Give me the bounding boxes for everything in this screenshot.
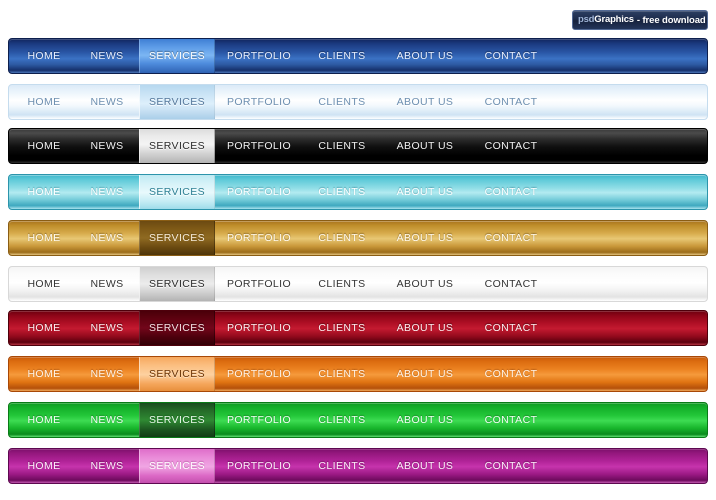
- badge-free-download-text: - free download: [636, 14, 706, 26]
- navitem-news-white[interactable]: NEWS: [75, 267, 139, 301]
- navitem-portfolio-gold[interactable]: PORTFOLIO: [215, 221, 303, 255]
- navitem-about-us-white[interactable]: ABOUT US: [381, 267, 469, 301]
- navitem-about-us-gold[interactable]: ABOUT US: [381, 221, 469, 255]
- navitem-home-green[interactable]: HOME: [9, 403, 75, 437]
- navitem-news-gold[interactable]: NEWS: [75, 221, 139, 255]
- navitem-news-cyan[interactable]: NEWS: [75, 175, 139, 209]
- navitem-services-light-blue[interactable]: SERVICES: [139, 85, 215, 119]
- navitem-contact-gold[interactable]: CONTACT: [469, 221, 553, 255]
- navitem-contact-green[interactable]: CONTACT: [469, 403, 553, 437]
- navitem-clients-cyan[interactable]: CLIENTS: [303, 175, 381, 209]
- navitem-portfolio-green[interactable]: PORTFOLIO: [215, 403, 303, 437]
- navitem-news-light-blue[interactable]: NEWS: [75, 85, 139, 119]
- navitem-contact-cyan[interactable]: CONTACT: [469, 175, 553, 209]
- navitem-services-black[interactable]: SERVICES: [139, 129, 215, 163]
- navitem-portfolio-white[interactable]: PORTFOLIO: [215, 267, 303, 301]
- navitem-news-magenta[interactable]: NEWS: [75, 449, 139, 483]
- navitem-services-white[interactable]: SERVICES: [139, 267, 215, 301]
- navitem-portfolio-blue[interactable]: PORTFOLIO: [215, 39, 303, 73]
- navitem-services-orange[interactable]: SERVICES: [139, 357, 215, 391]
- navitem-clients-green[interactable]: CLIENTS: [303, 403, 381, 437]
- navitem-home-blue[interactable]: HOME: [9, 39, 75, 73]
- navitem-about-us-orange[interactable]: ABOUT US: [381, 357, 469, 391]
- navitem-about-us-light-blue[interactable]: ABOUT US: [381, 85, 469, 119]
- navitem-clients-blue[interactable]: CLIENTS: [303, 39, 381, 73]
- navitem-clients-light-blue[interactable]: CLIENTS: [303, 85, 381, 119]
- navbar-red: HOME NEWS SERVICES PORTFOLIO CLIENTS ABOUT US…: [8, 310, 708, 346]
- badge-graphics-text: Graphics: [594, 14, 634, 26]
- navitem-services-blue[interactable]: SERVICES: [139, 39, 215, 73]
- navitem-about-us-black[interactable]: ABOUT US: [381, 129, 469, 163]
- navitem-news-blue[interactable]: NEWS: [75, 39, 139, 73]
- navitem-about-us-green[interactable]: ABOUT US: [381, 403, 469, 437]
- navitem-news-green[interactable]: NEWS: [75, 403, 139, 437]
- navitem-about-us-magenta[interactable]: ABOUT US: [381, 449, 469, 483]
- navbar-gold: HOME NEWS SERVICES PORTFOLIO CLIENTS ABOUT US…: [8, 220, 708, 256]
- navbar-black: HOME NEWS SERVICES PORTFOLIO CLIENTS ABOUT US…: [8, 128, 708, 164]
- navitem-contact-blue[interactable]: CONTACT: [469, 39, 553, 73]
- psdgraphics-badge[interactable]: psd Graphics - free download: [572, 10, 708, 30]
- navitem-clients-magenta[interactable]: CLIENTS: [303, 449, 381, 483]
- navbar-white: HOME NEWS SERVICES PORTFOLIO CLIENTS ABOUT US…: [8, 266, 708, 302]
- navitem-portfolio-red[interactable]: PORTFOLIO: [215, 311, 303, 345]
- navitem-about-us-blue[interactable]: ABOUT US: [381, 39, 469, 73]
- navitem-portfolio-orange[interactable]: PORTFOLIO: [215, 357, 303, 391]
- navbar-light-blue: HOME NEWS SERVICES PORTFOLIO CLIENTS ABOUT US…: [8, 84, 708, 120]
- navitem-about-us-red[interactable]: ABOUT US: [381, 311, 469, 345]
- navitem-home-gold[interactable]: HOME: [9, 221, 75, 255]
- navitem-portfolio-light-blue[interactable]: PORTFOLIO: [215, 85, 303, 119]
- navitem-services-green[interactable]: SERVICES: [139, 403, 215, 437]
- navitem-services-magenta[interactable]: SERVICES: [139, 449, 215, 483]
- navitem-home-black[interactable]: HOME: [9, 129, 75, 163]
- navitem-home-cyan[interactable]: HOME: [9, 175, 75, 209]
- navitem-services-cyan[interactable]: SERVICES: [139, 175, 215, 209]
- navitem-contact-black[interactable]: CONTACT: [469, 129, 553, 163]
- navitem-services-gold[interactable]: SERVICES: [139, 221, 215, 255]
- navitem-portfolio-magenta[interactable]: PORTFOLIO: [215, 449, 303, 483]
- navitem-contact-light-blue[interactable]: CONTACT: [469, 85, 553, 119]
- navitem-clients-black[interactable]: CLIENTS: [303, 129, 381, 163]
- badge-psd-text: psd: [578, 14, 595, 26]
- navbar-magenta: HOME NEWS SERVICES PORTFOLIO CLIENTS ABOUT US…: [8, 448, 708, 484]
- navitem-contact-orange[interactable]: CONTACT: [469, 357, 553, 391]
- navitem-clients-orange[interactable]: CLIENTS: [303, 357, 381, 391]
- navitem-clients-red[interactable]: CLIENTS: [303, 311, 381, 345]
- navitem-portfolio-black[interactable]: PORTFOLIO: [215, 129, 303, 163]
- navitem-contact-red[interactable]: CONTACT: [469, 311, 553, 345]
- navitem-clients-gold[interactable]: CLIENTS: [303, 221, 381, 255]
- navbar-cyan: HOME NEWS SERVICES PORTFOLIO CLIENTS ABOUT US…: [8, 174, 708, 210]
- navitem-home-light-blue[interactable]: HOME: [9, 85, 75, 119]
- navitem-home-orange[interactable]: HOME: [9, 357, 75, 391]
- navbar-orange: HOME NEWS SERVICES PORTFOLIO CLIENTS ABOUT US…: [8, 356, 708, 392]
- navitem-home-magenta[interactable]: HOME: [9, 449, 75, 483]
- navitem-news-orange[interactable]: NEWS: [75, 357, 139, 391]
- navitem-news-black[interactable]: NEWS: [75, 129, 139, 163]
- navitem-contact-white[interactable]: CONTACT: [469, 267, 553, 301]
- navitem-services-red[interactable]: SERVICES: [139, 311, 215, 345]
- navitem-home-white[interactable]: HOME: [9, 267, 75, 301]
- navitem-portfolio-cyan[interactable]: PORTFOLIO: [215, 175, 303, 209]
- navbar-green: HOME NEWS SERVICES PORTFOLIO CLIENTS ABOUT US…: [8, 402, 708, 438]
- navitem-about-us-cyan[interactable]: ABOUT US: [381, 175, 469, 209]
- navitem-contact-magenta[interactable]: CONTACT: [469, 449, 553, 483]
- navitem-clients-white[interactable]: CLIENTS: [303, 267, 381, 301]
- navbar-blue: HOME NEWS SERVICES PORTFOLIO CLIENTS ABOUT US…: [8, 38, 708, 74]
- navitem-news-red[interactable]: NEWS: [75, 311, 139, 345]
- swoosh-icon: [633, 16, 637, 24]
- navitem-home-red[interactable]: HOME: [9, 311, 75, 345]
